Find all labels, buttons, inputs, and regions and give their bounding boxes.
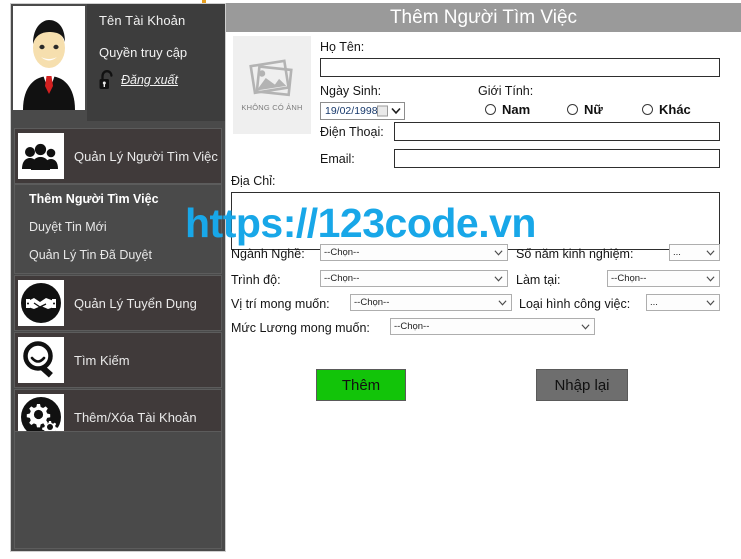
app-window: Tên Tài Khoản Quyền truy cập Đăng xuất Q…	[0, 0, 741, 559]
photo-caption: KHÔNG CÓ ẢNH	[241, 102, 303, 112]
radio-circle-icon	[567, 104, 578, 115]
account-role: Quyền truy cập	[99, 45, 188, 60]
sidebar-item-quan-ly-tuyen-dung[interactable]: Quản Lý Tuyển Dụng	[14, 275, 222, 331]
gender-radio-nam[interactable]: Nam	[485, 102, 530, 117]
sidebar-empty-area	[14, 431, 222, 549]
so-nam-kinh-nghiem-value: ...	[673, 247, 681, 258]
account-name: Tên Tài Khoản	[99, 13, 186, 28]
loai-hinh-cong-viec-value: ...	[650, 297, 658, 308]
avatar	[13, 6, 85, 110]
logout-row[interactable]: Đăng xuất	[98, 70, 178, 90]
reset-button[interactable]: Nhập lại	[536, 369, 628, 401]
gender-option-label: Nam	[502, 102, 531, 117]
chevron-down-icon	[706, 249, 715, 256]
fullname-label: Họ Tên:	[320, 40, 365, 54]
address-textarea[interactable]	[231, 192, 720, 250]
profile-block: Tên Tài Khoản Quyền truy cập Đăng xuất	[11, 4, 225, 121]
sidebar-item-label: Tìm Kiếm	[74, 352, 130, 368]
gender-label: Giới Tính:	[478, 84, 534, 98]
birthdate-picker[interactable]: 19/02/1998	[320, 102, 405, 120]
chevron-down-icon	[494, 249, 503, 256]
trinh-do-select[interactable]: --Chọn--	[320, 270, 508, 287]
sidebar: Tên Tài Khoản Quyền truy cập Đăng xuất Q…	[10, 3, 226, 552]
submenu-item-them-nguoi-tim-viec[interactable]: Thêm Người Tìm Việc	[29, 192, 159, 206]
so-nam-kinh-nghiem-label: Số năm kinh nghiệm:	[516, 247, 634, 261]
handshake-icon	[18, 280, 64, 326]
calendar-icon	[377, 105, 388, 117]
email-input[interactable]	[394, 149, 720, 168]
lam-tai-value: --Chọn--	[611, 273, 647, 284]
gender-option-label: Khác	[659, 102, 691, 117]
loai-hinh-cong-viec-label: Loại hình công việc:	[519, 297, 631, 311]
lam-tai-label: Làm tại:	[516, 273, 561, 287]
sidebar-item-label: Quản Lý Tuyển Dụng	[74, 295, 197, 311]
logout-link[interactable]: Đăng xuất	[121, 73, 178, 87]
chevron-down-icon	[706, 275, 715, 282]
loai-hinh-cong-viec-select[interactable]: ...	[646, 294, 720, 311]
avatar-illustration	[13, 6, 85, 110]
phone-input[interactable]	[394, 122, 720, 141]
chevron-down-icon	[706, 299, 715, 306]
fullname-input[interactable]	[320, 58, 720, 77]
phone-label: Điện Thoại:	[320, 125, 384, 139]
muc-luong-mong-muon-value: --Chọn--	[394, 321, 430, 332]
vi-tri-mong-muon-label: Vị trí mong muốn:	[231, 297, 330, 311]
sidebar-item-quan-ly-nguoi-tim-viec[interactable]: Quản Lý Người Tìm Việc	[14, 128, 222, 184]
account-panel: Tên Tài Khoản Quyền truy cập Đăng xuất	[87, 4, 225, 121]
lam-tai-select[interactable]: --Chọn--	[607, 270, 720, 287]
chevron-down-icon	[391, 107, 401, 115]
users-group-icon	[18, 133, 64, 179]
form-panel: KHÔNG CÓ ẢNH Họ Tên: Ngày Sinh: 19/02/19…	[226, 32, 741, 559]
gender-option-label: Nữ	[584, 102, 603, 117]
chevron-down-icon	[581, 323, 590, 330]
submenu-item-quan-ly-tin-da-duyet[interactable]: Quản Lý Tin Đã Duyệt	[29, 248, 152, 262]
trinh-do-label: Trình độ:	[231, 273, 281, 287]
vi-tri-mong-muon-value: --Chọn--	[354, 297, 390, 308]
magnifier-icon	[18, 337, 64, 383]
birthdate-label: Ngày Sinh:	[320, 84, 382, 98]
gender-radio-nu[interactable]: Nữ	[567, 102, 603, 117]
trinh-do-value: --Chọn--	[324, 273, 360, 284]
radio-circle-icon	[485, 104, 496, 115]
nganh-nghe-value: --Chọn--	[324, 247, 360, 258]
photo-placeholder[interactable]: KHÔNG CÓ ẢNH	[233, 36, 311, 134]
birthdate-value: 19/02/1998	[325, 105, 378, 117]
sidebar-item-label: Thêm/Xóa Tài Khoản	[74, 409, 197, 425]
sidebar-item-label: Quản Lý Người Tìm Việc	[74, 148, 218, 164]
radio-circle-icon	[642, 104, 653, 115]
email-label: Email:	[320, 152, 355, 166]
page-title: Thêm Người Tìm Việc	[226, 3, 741, 32]
unlock-icon	[99, 70, 113, 89]
image-placeholder-icon	[249, 58, 293, 96]
muc-luong-mong-muon-select[interactable]: --Chọn--	[390, 318, 595, 335]
nganh-nghe-label: Ngành Nghề:	[231, 247, 305, 261]
submit-button[interactable]: Thêm	[316, 369, 406, 401]
chevron-down-icon	[494, 275, 503, 282]
muc-luong-mong-muon-label: Mức Lương mong muốn:	[231, 321, 370, 335]
nganh-nghe-select[interactable]: --Chọn--	[320, 244, 508, 261]
address-label: Địa Chỉ:	[231, 174, 276, 188]
submenu: Thêm Người Tìm Việc Duyệt Tin Mới Quản L…	[14, 184, 222, 274]
submenu-item-duyet-tin-moi[interactable]: Duyệt Tin Mới	[29, 220, 107, 234]
so-nam-kinh-nghiem-select[interactable]: ...	[669, 244, 720, 261]
gender-radio-khac[interactable]: Khác	[642, 102, 691, 117]
chevron-down-icon	[498, 299, 507, 306]
sidebar-item-tim-kiem[interactable]: Tìm Kiếm	[14, 332, 222, 388]
vi-tri-mong-muon-select[interactable]: --Chọn--	[350, 294, 512, 311]
